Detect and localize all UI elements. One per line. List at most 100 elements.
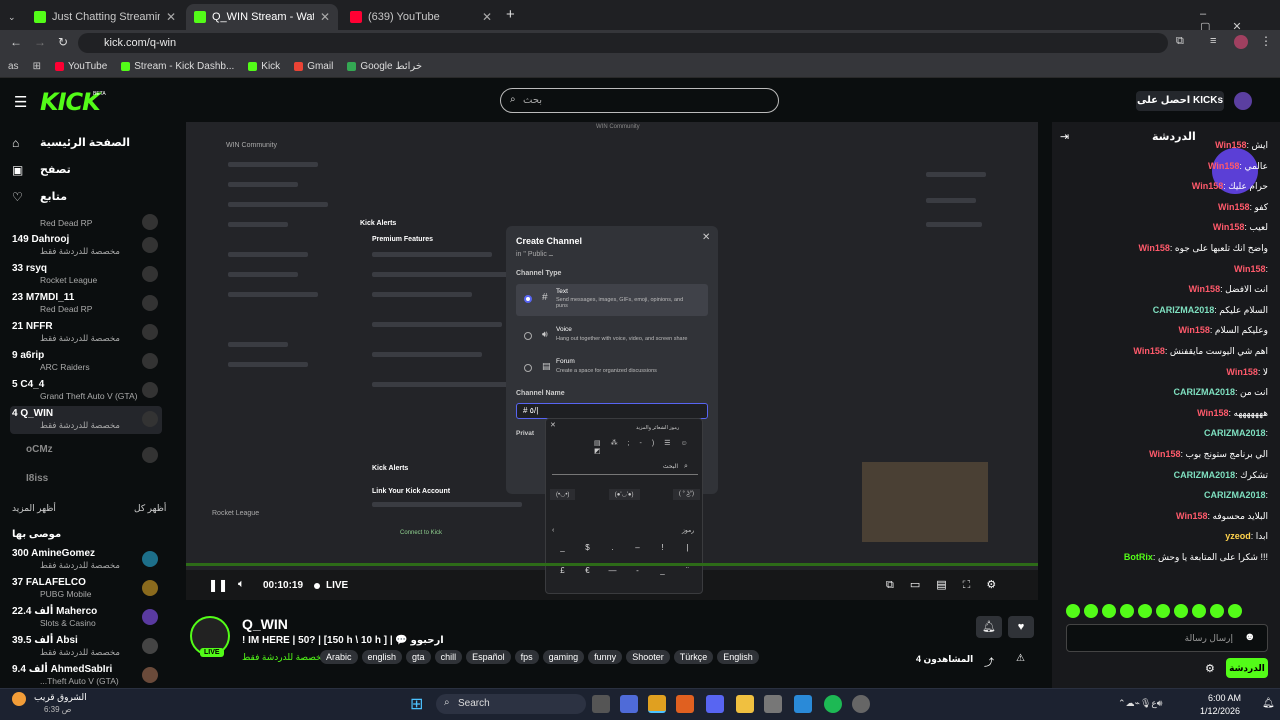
chat-username[interactable]: Win158 xyxy=(1215,140,1246,150)
chat-username[interactable]: Win158 xyxy=(1149,449,1180,459)
nav-browse[interactable]: ▣ تصفح xyxy=(12,163,71,177)
system-tray-icons[interactable]: ⌃☁⌁🎙︎ع🔊︎ xyxy=(1118,698,1162,709)
settings-gear-icon[interactable]: ⚙ xyxy=(1205,662,1215,675)
followed-channel[interactable]: 149 Dahrooj مخصصة للدردشة فقط xyxy=(10,232,162,260)
followed-channel[interactable]: 21 NFFR مخصصة للدردشة فقط xyxy=(10,319,162,347)
file-explorer-icon[interactable] xyxy=(736,695,754,713)
notification-icon[interactable]: 🔔︎ xyxy=(1262,698,1275,709)
tag[interactable]: gta xyxy=(406,650,431,664)
tab-q-win[interactable]: Q_WIN Stream - Watch Live ✕ xyxy=(186,4,338,30)
tag[interactable]: chill xyxy=(434,650,463,664)
radio-unselected[interactable] xyxy=(524,364,532,372)
emote-icon[interactable] xyxy=(1138,604,1152,618)
chat-username[interactable]: Win158 xyxy=(1192,181,1223,191)
nav-following[interactable]: ♡ متابع xyxy=(12,190,67,204)
stream-category[interactable]: مخصصة للدردشة فقط xyxy=(242,652,327,663)
close-icon[interactable]: ✕ xyxy=(482,10,492,24)
video-progress-bar[interactable] xyxy=(186,563,1038,566)
tag[interactable]: fps xyxy=(514,650,539,664)
emoji-picker-icon[interactable]: ☻ xyxy=(1244,631,1256,643)
radio-unselected[interactable] xyxy=(524,332,532,340)
emote-icon[interactable] xyxy=(1102,604,1116,618)
back-icon[interactable]: ← xyxy=(10,35,22,49)
player-option-icons[interactable]: ⧉▭▤⛶⚙ xyxy=(886,578,1012,592)
forward-icon[interactable]: → xyxy=(34,35,46,49)
offline-channel[interactable]: I8iss xyxy=(10,471,162,499)
report-icon[interactable]: ⚠ xyxy=(1016,653,1025,664)
chat-username[interactable]: CARIZMA2018 xyxy=(1204,490,1266,500)
offline-channel[interactable]: oCMz xyxy=(10,442,162,470)
reload-icon[interactable]: ↻ xyxy=(58,35,68,49)
bookmark-youtube[interactable]: YouTube xyxy=(54,61,107,72)
emote-icon[interactable] xyxy=(1192,604,1206,618)
tag[interactable]: Türkçe xyxy=(673,650,714,664)
taskbar-search[interactable]: Search xyxy=(436,694,586,714)
chat-username[interactable]: Win158 xyxy=(1176,511,1207,521)
chat-username[interactable]: Win158 xyxy=(1133,346,1164,356)
tag[interactable]: funny xyxy=(588,650,623,664)
url-field[interactable]: kick.com/q-win xyxy=(78,33,1168,53)
tag[interactable]: English xyxy=(717,650,759,664)
send-chat-button[interactable]: الدردشة xyxy=(1226,658,1268,678)
emote-icon[interactable] xyxy=(1066,604,1080,618)
live-indicator[interactable]: LIVE xyxy=(326,580,348,591)
followed-channel[interactable]: 33 rsyq Rocket League xyxy=(10,261,162,289)
tag[interactable]: english xyxy=(361,650,403,664)
tag[interactable]: Español xyxy=(466,650,511,664)
edge-icon[interactable] xyxy=(794,695,812,713)
settings-icon[interactable] xyxy=(852,695,870,713)
search-input[interactable]: بحث xyxy=(500,88,779,113)
kick-logo[interactable]: KICK xyxy=(40,88,101,116)
hamburger-menu-icon[interactable]: ☰ xyxy=(14,93,27,111)
recommended-channel[interactable]: 9.4 ألف AhmedSabIri ...Theft Auto V (GTA… xyxy=(10,662,162,690)
spotify-icon[interactable] xyxy=(824,695,842,713)
volume-icon[interactable]: 🔈︎ xyxy=(238,578,245,591)
show-more-link[interactable]: أظهر المزيد xyxy=(12,503,56,514)
followed-channel[interactable]: 23 M7MDI_11 Red Dead RP xyxy=(10,290,162,318)
recommended-channel[interactable]: 300 AmineGomez مخصصة للدردشة فقط xyxy=(10,546,162,574)
extensions-icon[interactable]: ⧉ xyxy=(1176,35,1184,48)
bookmark-kick-dashboard[interactable]: Stream - Kick Dashb... xyxy=(121,61,234,72)
followed-channel-active[interactable]: 4 Q_WIN مخصصة للدردشة فقط xyxy=(10,406,162,434)
close-icon[interactable]: ✕ xyxy=(166,10,176,24)
tag[interactable]: gaming xyxy=(542,650,585,664)
chat-username[interactable]: Win158 xyxy=(1178,325,1209,335)
chat-username[interactable]: CARIZMA2018 xyxy=(1173,387,1235,397)
channel-name-input[interactable]: # ٥/| xyxy=(516,403,708,419)
weather-icon[interactable] xyxy=(12,692,26,706)
app-icon[interactable] xyxy=(676,695,694,713)
recommended-channel[interactable]: 22.4 ألف Maherco Slots & Casino xyxy=(10,604,162,632)
channel-type-forum-option[interactable]: ▤ Forum Create a space for organized dis… xyxy=(516,356,708,382)
pause-icon[interactable]: ❚❚ xyxy=(208,578,228,592)
profile-avatar[interactable] xyxy=(1234,35,1248,49)
chat-username[interactable]: Win158 xyxy=(1226,367,1257,377)
discord-icon[interactable] xyxy=(706,695,724,713)
emote-bar[interactable] xyxy=(1066,604,1268,620)
chat-username[interactable]: CARIZMA2018 xyxy=(1174,470,1236,480)
streamer-name[interactable]: Q_WIN xyxy=(242,616,288,632)
bookmark-gmail[interactable]: Gmail xyxy=(294,61,333,72)
profile-initials[interactable]: as xyxy=(8,61,19,72)
windows-start-icon[interactable]: ⊞ xyxy=(410,694,423,714)
get-kicks-button[interactable]: احصل على KICKs xyxy=(1136,91,1224,111)
store-icon[interactable] xyxy=(764,695,782,713)
followed-channel[interactable]: 5 C4_4 Grand Theft Auto V (GTA) xyxy=(10,377,162,405)
chat-username[interactable]: yzeod xyxy=(1225,531,1251,541)
chat-username[interactable]: Win158 xyxy=(1234,264,1265,274)
chat-username[interactable]: Win158 xyxy=(1218,202,1249,212)
emote-icon[interactable] xyxy=(1210,604,1224,618)
emote-icon[interactable] xyxy=(1174,604,1188,618)
recommended-channel[interactable]: 37 FALAFELCO PUBG Mobile xyxy=(10,575,162,603)
chat-username[interactable]: CARIZMA2018 xyxy=(1153,305,1215,315)
follow-heart-icon[interactable]: ♥ xyxy=(1008,616,1034,638)
chevron-left-icon[interactable]: ‹ xyxy=(552,527,554,534)
emote-icon[interactable] xyxy=(1228,604,1242,618)
nav-home[interactable]: ⌂ الصفحة الرئيسية xyxy=(12,136,130,150)
bookmark-google-maps[interactable]: Google خرائط xyxy=(347,61,422,72)
show-all-link[interactable]: أظهر كل xyxy=(134,503,166,514)
kaomoji-row[interactable]: (•◡•) (●'◡'●) ( ° ͜ʖ°) xyxy=(550,489,700,500)
radio-selected[interactable] xyxy=(524,295,532,303)
apps-grid-icon[interactable]: ⊞ xyxy=(33,61,41,72)
tag[interactable]: Arabic xyxy=(320,650,358,664)
tab-just-chatting[interactable]: Just Chatting Streaming - Live S ✕ xyxy=(26,4,184,30)
